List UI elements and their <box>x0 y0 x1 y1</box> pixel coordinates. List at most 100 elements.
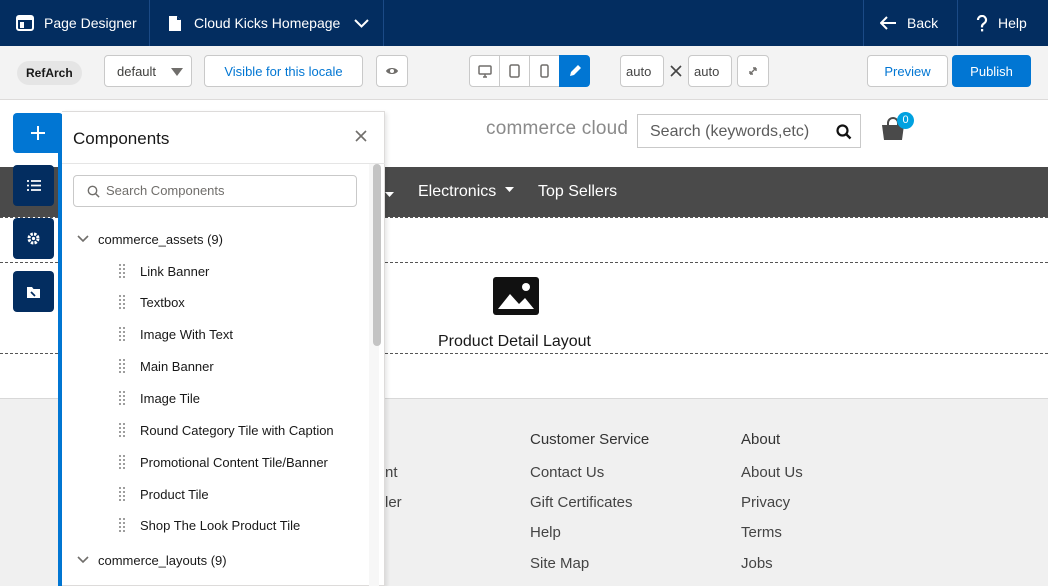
drag-handle-icon <box>119 423 125 437</box>
gear-icon <box>27 232 40 245</box>
header-spacer <box>384 0 864 46</box>
footer-link[interactable]: Terms <box>741 524 782 541</box>
back-label: Back <box>907 15 939 31</box>
list-item[interactable]: Textbox <box>119 293 185 311</box>
search-icon <box>836 124 852 140</box>
publish-button[interactable]: Publish <box>952 55 1031 87</box>
drag-handle-icon <box>119 264 125 278</box>
footer-link[interactable]: Jobs <box>741 555 773 572</box>
footer-link[interactable]: nt <box>385 464 398 481</box>
times-icon <box>670 65 682 77</box>
list-item[interactable]: Image With Text <box>119 325 233 343</box>
height-input[interactable]: auto <box>688 55 732 87</box>
nav-caret[interactable] <box>385 185 394 203</box>
help-button[interactable]: Help <box>958 0 1048 46</box>
width-input[interactable]: auto <box>620 55 664 87</box>
page-name: Cloud Kicks Homepage <box>194 15 341 31</box>
caret-down-icon <box>171 68 183 76</box>
list-item[interactable]: Shop The Look Product Tile <box>119 516 300 534</box>
mobile-view-button[interactable] <box>529 55 560 87</box>
list-item[interactable]: Round Category Tile with Caption <box>119 421 334 439</box>
components-panel: Components commerce_assets (9) Link Bann… <box>62 111 385 586</box>
footer-link[interactable]: Help <box>530 524 561 541</box>
footer-link[interactable]: About Us <box>741 464 803 481</box>
eye-icon <box>386 68 398 74</box>
designer-toolbar: RefArch default Visible for this locale … <box>0 46 1048 100</box>
item-label: Promotional Content Tile/Banner <box>140 454 328 470</box>
add-components-button[interactable] <box>13 113 63 153</box>
component-search-field[interactable] <box>73 175 357 207</box>
list-icon <box>26 180 41 191</box>
nav-item-electronics[interactable]: Electronics <box>418 183 514 201</box>
app-launcher[interactable]: Page Designer <box>0 0 150 46</box>
locale-value: default <box>117 63 157 79</box>
mobile-icon <box>540 64 549 78</box>
item-label: Link Banner <box>140 263 210 279</box>
item-label: Product Tile <box>140 486 209 502</box>
group-commerce-assets[interactable]: commerce_assets (9) <box>77 229 223 249</box>
footer-link[interactable]: Site Map <box>530 555 589 572</box>
scrollbar-thumb[interactable] <box>373 164 381 346</box>
drag-handle-icon <box>119 391 125 405</box>
page-structure-button[interactable] <box>13 165 54 206</box>
width-value: auto <box>626 63 652 79</box>
visibility-button[interactable]: Visible for this locale <box>204 55 363 87</box>
preview-eye-button[interactable] <box>376 55 408 87</box>
drag-handle-icon <box>119 295 125 309</box>
preview-label: Preview <box>884 63 931 79</box>
drag-handle-icon <box>119 518 125 532</box>
arrow-left-icon <box>880 16 896 30</box>
desktop-view-button[interactable] <box>469 55 500 87</box>
item-label: Image Tile <box>140 390 200 406</box>
footer-heading: Customer Service <box>530 431 650 448</box>
library-button[interactable] <box>13 271 54 312</box>
preview-button[interactable]: Preview <box>867 55 948 87</box>
panel-title: Components <box>73 129 170 148</box>
panel-divider <box>62 163 385 164</box>
caret-down-icon <box>385 192 394 197</box>
list-item[interactable]: Promotional Content Tile/Banner <box>119 453 328 471</box>
pencil-icon <box>569 65 581 76</box>
help-icon <box>976 14 988 31</box>
help-label: Help <box>998 15 1027 31</box>
site-search-input[interactable]: Search (keywords,etc) <box>637 114 861 148</box>
close-icon[interactable] <box>353 128 369 144</box>
group-label: commerce_layouts (9) <box>98 552 227 568</box>
footer-link[interactable]: Privacy <box>741 494 790 511</box>
item-label: Shop The Look Product Tile <box>140 517 301 533</box>
rotate-button[interactable] <box>737 55 769 87</box>
list-item[interactable]: Link Banner <box>119 262 209 280</box>
group-label: commerce_assets (9) <box>98 231 223 247</box>
drag-handle-icon <box>119 327 125 341</box>
edit-mode-button[interactable] <box>559 55 590 87</box>
tablet-view-button[interactable] <box>499 55 530 87</box>
page-designer-icon <box>16 15 34 31</box>
layout-label: Product Detail Layout <box>438 333 591 350</box>
site-badge: RefArch <box>17 61 82 85</box>
nav-item-top-sellers[interactable]: Top Sellers <box>538 183 617 201</box>
publish-label: Publish <box>970 63 1013 79</box>
footer-link[interactable]: ler <box>385 494 402 511</box>
site-logo[interactable]: commerce cloud <box>486 118 628 140</box>
drag-handle-icon <box>119 487 125 501</box>
list-item[interactable]: Image Tile <box>119 389 200 407</box>
settings-button[interactable] <box>13 218 54 259</box>
list-item[interactable]: Main Banner <box>119 357 214 375</box>
caret-down-icon <box>504 187 514 192</box>
device-toggle <box>469 55 590 87</box>
list-item[interactable]: Product Tile <box>119 485 209 503</box>
item-label: Round Category Tile with Caption <box>140 422 334 438</box>
site-search-placeholder: Search (keywords,etc) <box>650 123 810 140</box>
footer-link[interactable]: Contact Us <box>530 464 604 481</box>
page-selector[interactable]: Cloud Kicks Homepage <box>150 0 384 46</box>
chevron-down-icon <box>77 556 89 564</box>
locale-select[interactable]: default <box>104 55 192 87</box>
group-commerce-layouts[interactable]: commerce_layouts (9) <box>77 550 227 570</box>
height-value: auto <box>694 63 720 79</box>
component-search-input[interactable] <box>106 183 346 198</box>
back-button[interactable]: Back <box>864 0 958 46</box>
app-title: Page Designer <box>44 15 137 31</box>
footer-link[interactable]: Gift Certificates <box>530 494 633 511</box>
tablet-icon <box>509 64 520 78</box>
item-label: Image With Text <box>140 326 233 342</box>
